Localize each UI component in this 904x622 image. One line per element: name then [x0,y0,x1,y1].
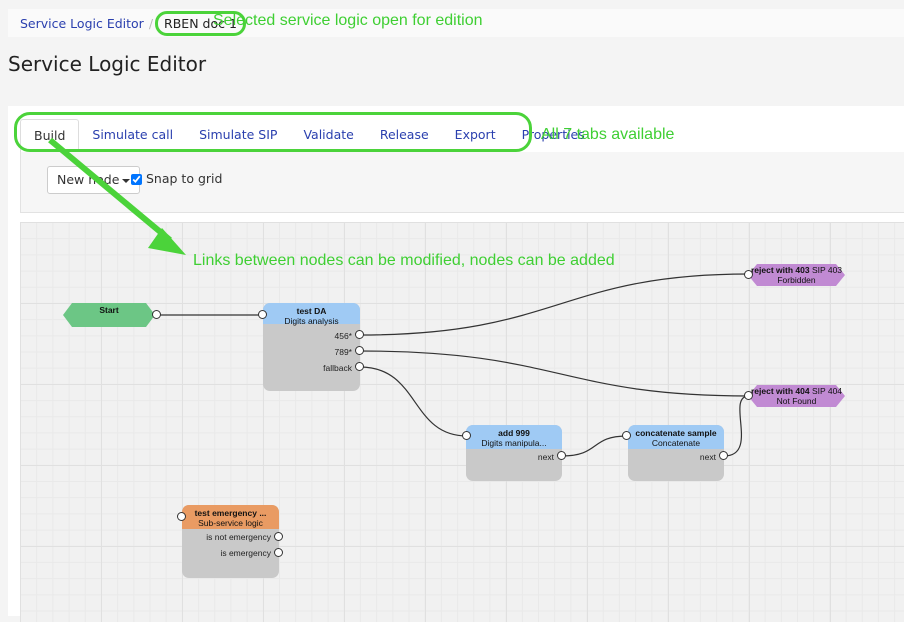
test-emergency-input-port[interactable] [177,512,186,521]
test-da-output-port-789[interactable] [355,346,364,355]
snap-to-grid-option[interactable]: Snap to grid [131,166,222,192]
tab-validate[interactable]: Validate [290,119,366,151]
node-reject-403[interactable]: reject with 403 SIP 403 Forbidden [748,265,845,285]
tab-export[interactable]: Export [442,119,509,151]
add-999-input-port[interactable] [462,431,471,440]
test-emergency-output-port-not-emergency[interactable] [274,532,283,541]
new-node-dropdown[interactable]: New node [47,166,141,194]
output-label-fallback: fallback [323,363,352,373]
caret-down-icon [122,178,131,183]
output-label-is-not-emergency: is not emergency [206,532,271,542]
node-type: Sub-service logic [198,518,263,528]
test-da-output-port-fallback[interactable] [355,362,364,371]
node-reject-404[interactable]: reject with 404 SIP 404 Not Found [748,386,845,406]
breadcrumb-root-link[interactable]: Service Logic Editor [20,16,144,31]
concatenate-output-port-next[interactable] [719,451,728,460]
breadcrumb-separator: / [148,15,154,31]
output-label-next: next [537,452,554,462]
node-title: add 999 [498,428,530,438]
node-title: test DA [296,306,327,316]
output-label-456: 456* [334,331,353,341]
node-add-999[interactable]: add 999 Digits manipula... next [466,425,562,481]
tab-simulate-sip[interactable]: Simulate SIP [186,119,290,151]
snap-to-grid-label: Snap to grid [146,171,223,186]
output-label-next: next [699,452,716,462]
node-title: test emergency ... [194,508,267,518]
new-node-label: New node [57,172,120,187]
node-title: reject with 403 [750,265,810,275]
tab-simulate-call[interactable]: Simulate call [79,119,186,151]
test-emergency-output-port-emergency[interactable] [274,548,283,557]
tab-build[interactable]: Build [20,119,80,153]
node-type: Concatenate [651,438,701,448]
node-header: concatenate sample Concatenate [628,425,724,449]
annotation-tabs-note: All 7 tabs available [541,126,675,143]
node-title: concatenate sample [635,428,717,438]
node-test-emergency[interactable]: test emergency ... Sub-service logic is … [182,505,279,578]
build-toolbar: New node Snap to grid [20,152,904,213]
reject-403-input-port[interactable] [744,270,753,279]
node-test-da[interactable]: test DA Digits analysis 456* 789* fallba… [263,303,360,391]
add-999-output-port-next[interactable] [557,451,566,460]
node-header: test DA Digits analysis [263,303,360,326]
output-label-789: 789* [334,347,353,357]
tab-release[interactable]: Release [367,119,442,151]
test-da-output-port-456[interactable] [355,330,364,339]
node-header: test emergency ... Sub-service logic [182,505,279,529]
output-label-is-emergency: is emergency [220,548,271,558]
node-title: reject with 404 [750,386,810,396]
node-type: Digits manipula... [481,438,547,448]
node-header: add 999 Digits manipula... [466,425,562,449]
start-output-port[interactable] [152,310,161,319]
concatenate-input-port[interactable] [622,431,631,440]
start-node[interactable]: Start [63,305,155,315]
page-title: Service Logic Editor [8,52,207,76]
reject-404-input-port[interactable] [744,391,753,400]
tab-bar: Build Simulate call Simulate SIP Validat… [20,119,904,153]
annotation-canvas-note: Links between nodes can be modified, nod… [193,252,615,269]
node-concatenate-sample[interactable]: concatenate sample Concatenate next [628,425,724,481]
annotation-breadcrumb-note: Selected service logic open for edition [213,12,483,29]
snap-to-grid-checkbox[interactable] [131,173,142,185]
test-da-input-port[interactable] [258,310,267,319]
start-node-title: Start [99,305,119,315]
node-type: Digits analysis [284,316,339,326]
